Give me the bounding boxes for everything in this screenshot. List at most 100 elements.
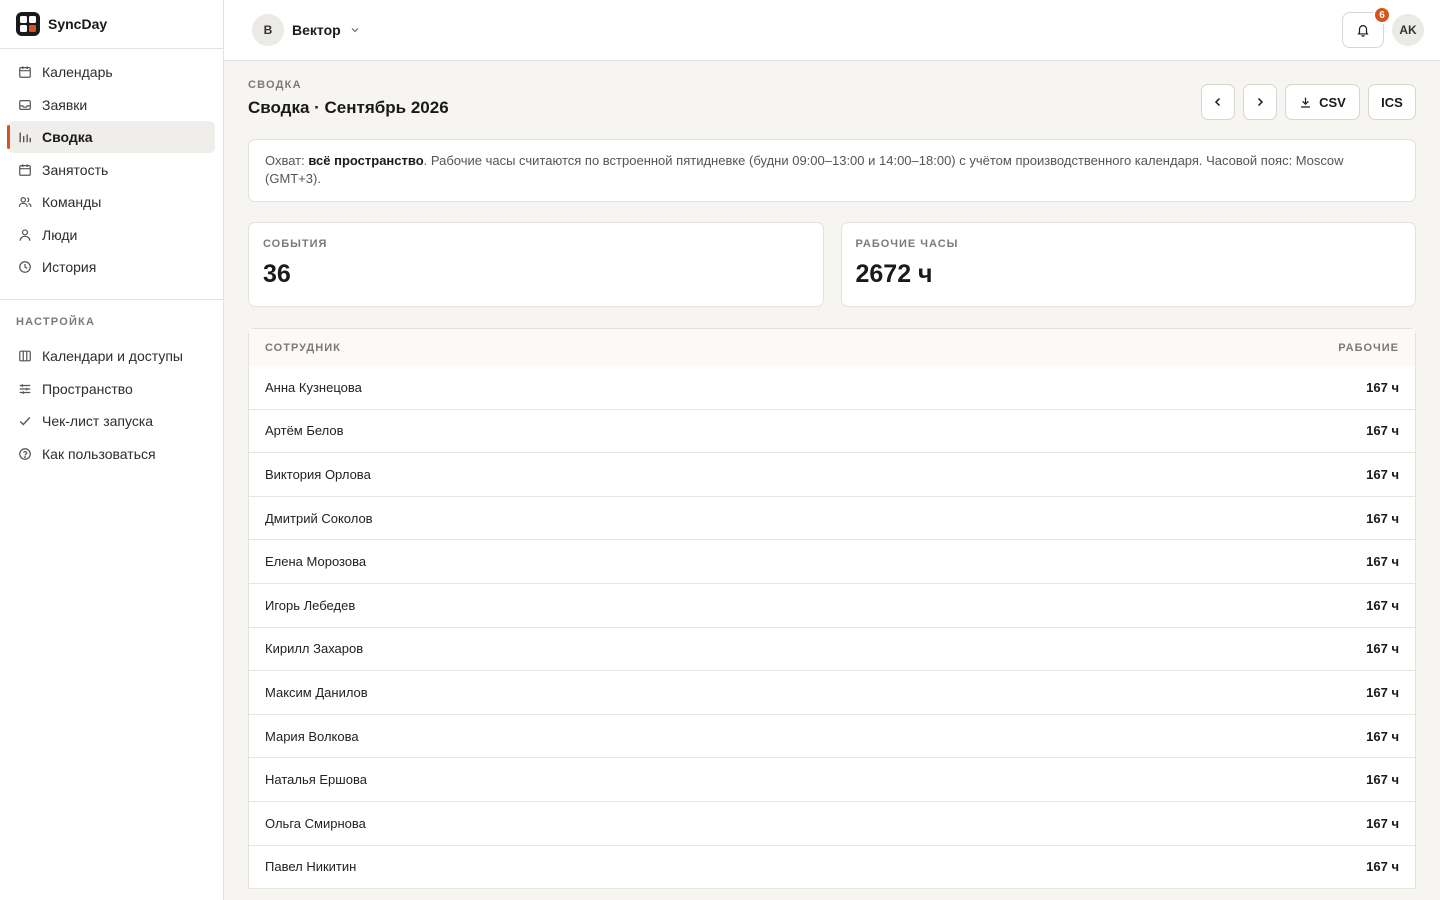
employee-hours: 167 ч bbox=[1366, 728, 1399, 744]
settings-nav: Календари и доступы Пространство Чек-лис… bbox=[0, 336, 223, 470]
sidebar-item-history[interactable]: История bbox=[8, 251, 215, 283]
sidebar-item-workspace[interactable]: Пространство bbox=[8, 373, 215, 405]
notifications-button[interactable]: 6 bbox=[1342, 6, 1391, 48]
employee-name: Дмитрий Соколов bbox=[265, 510, 373, 526]
table-row[interactable]: Виктория Орлова 167 ч bbox=[249, 453, 1415, 497]
employee-hours: 167 ч bbox=[1366, 684, 1399, 700]
employee-name: Игорь Лебедев bbox=[265, 597, 356, 613]
table-row[interactable]: Ольга Смирнова 167 ч bbox=[249, 802, 1415, 846]
table-row[interactable]: Дмитрий Соколов 167 ч bbox=[249, 497, 1415, 541]
sidebar-item-teams[interactable]: Команды bbox=[8, 186, 215, 218]
sidebar-item-requests[interactable]: Заявки bbox=[8, 89, 215, 121]
sidebar-item-label: Сводка bbox=[42, 129, 93, 145]
hours-stat-value: 2672 ч bbox=[855, 260, 933, 288]
sliders-icon bbox=[17, 381, 33, 397]
notifications-badge: 6 bbox=[1373, 6, 1391, 24]
settings-section-title: НАСТРОЙКА bbox=[16, 316, 96, 328]
bell-icon bbox=[1356, 23, 1370, 37]
user-icon bbox=[17, 227, 33, 243]
scope-prefix: Охват: bbox=[265, 153, 309, 168]
table-row[interactable]: Максим Данилов 167 ч bbox=[249, 671, 1415, 715]
calendar-icon bbox=[17, 162, 33, 178]
employee-name: Артём Белов bbox=[265, 423, 344, 439]
sidebar-item-label: Пространство bbox=[42, 380, 133, 397]
table-row[interactable]: Наталья Ершова 167 ч bbox=[249, 758, 1415, 802]
export-csv-label: CSV bbox=[1319, 94, 1346, 110]
workspace-avatar: В bbox=[252, 14, 284, 46]
calendar-icon bbox=[17, 64, 33, 80]
user-avatar[interactable]: AK bbox=[1392, 14, 1424, 46]
sidebar-item-label: Чек-лист запуска bbox=[42, 413, 154, 429]
scope-value: всё пространство bbox=[308, 153, 424, 168]
sidebar-item-label: Занятость bbox=[42, 161, 109, 178]
table-row[interactable]: Игорь Лебедев 167 ч bbox=[249, 584, 1415, 628]
stats-row: СОБЫТИЯ 36 РАБОЧИЕ ЧАСЫ 2672 ч bbox=[248, 222, 1416, 307]
employee-hours: 167 ч bbox=[1366, 554, 1399, 570]
table-row[interactable]: Анна Кузнецова 167 ч bbox=[249, 366, 1415, 410]
sidebar-item-launch-checklist[interactable]: Чек-лист запуска bbox=[8, 405, 215, 437]
clock-icon bbox=[17, 259, 33, 275]
sidebar-item-calendar[interactable]: Календарь bbox=[8, 56, 215, 88]
employees-table: СОТРУДНИК РАБОЧИЕ Анна Кузнецова 167 ч Ар… bbox=[248, 328, 1416, 890]
column-header-employee[interactable]: СОТРУДНИК bbox=[265, 342, 341, 354]
employee-hours: 167 ч bbox=[1366, 510, 1399, 526]
sidebar-item-help[interactable]: Как пользоваться bbox=[8, 438, 215, 470]
help-circle-icon bbox=[17, 446, 33, 462]
employee-name: Виктория Орлова bbox=[265, 466, 371, 482]
scope-description: . Рабочие часы считаются по встроенной п… bbox=[265, 153, 1344, 186]
main-content: СВОДКА Сводка · Сентябрь 2026 CSV ICS Ох… bbox=[248, 61, 1416, 890]
table-row[interactable]: Павел Никитин 167 ч bbox=[249, 846, 1415, 890]
sidebar-item-label: Команды bbox=[42, 194, 102, 210]
sidebar-item-label: Как пользоваться bbox=[42, 445, 156, 462]
events-stat-card: СОБЫТИЯ 36 bbox=[248, 222, 824, 307]
sidebar-item-people[interactable]: Люди bbox=[8, 219, 215, 251]
employee-name: Максим Данилов bbox=[265, 684, 368, 700]
employee-hours: 167 ч bbox=[1366, 466, 1399, 482]
sidebar: SyncDay Календарь Заявки Сводка Занятост… bbox=[0, 0, 224, 900]
employee-hours: 167 ч bbox=[1366, 772, 1399, 788]
employee-hours: 167 ч bbox=[1366, 641, 1399, 657]
bar-chart-icon bbox=[17, 129, 33, 145]
next-month-button[interactable] bbox=[1243, 84, 1277, 120]
employee-name: Елена Морозова bbox=[265, 554, 367, 570]
table-header: СОТРУДНИК РАБОЧИЕ bbox=[249, 329, 1415, 366]
employee-name: Павел Никитин bbox=[265, 859, 357, 875]
employee-hours: 167 ч bbox=[1366, 859, 1399, 875]
table-row[interactable]: Кирилл Захаров 167 ч bbox=[249, 628, 1415, 672]
table-row[interactable]: Артём Белов 167 ч bbox=[249, 410, 1415, 454]
sidebar-item-label: Заявки bbox=[42, 96, 88, 113]
employee-name: Ольга Смирнова bbox=[265, 815, 366, 831]
table-row[interactable]: Елена Морозова 167 ч bbox=[249, 540, 1415, 584]
employee-name: Мария Волкова bbox=[265, 728, 359, 744]
download-icon bbox=[1299, 96, 1312, 109]
inbox-icon bbox=[17, 97, 33, 113]
page-actions: CSV ICS bbox=[1201, 84, 1416, 120]
hours-stat-card: РАБОЧИЕ ЧАСЫ 2672 ч bbox=[840, 222, 1416, 307]
users-icon bbox=[17, 194, 33, 210]
employee-name: Анна Кузнецова bbox=[265, 379, 362, 395]
employee-hours: 167 ч bbox=[1366, 423, 1399, 439]
sidebar-item-calendars-access[interactable]: Календари и доступы bbox=[8, 340, 215, 372]
events-stat-value: 36 bbox=[263, 260, 291, 288]
export-ics-button[interactable]: ICS bbox=[1368, 84, 1416, 120]
sidebar-item-summary[interactable]: Сводка bbox=[7, 121, 215, 153]
events-stat-label: СОБЫТИЯ bbox=[263, 238, 328, 250]
sidebar-item-label: Календари и доступы bbox=[42, 348, 183, 364]
topbar: В Вектор 6 AK bbox=[224, 0, 1440, 61]
employee-hours: 167 ч bbox=[1366, 597, 1399, 613]
chevron-right-icon bbox=[1254, 96, 1266, 108]
brand[interactable]: SyncDay bbox=[0, 0, 223, 49]
workspace-switcher[interactable]: В Вектор bbox=[252, 14, 361, 46]
column-header-hours[interactable]: РАБОЧИЕ bbox=[1338, 342, 1399, 354]
export-csv-button[interactable]: CSV bbox=[1285, 84, 1360, 120]
sidebar-item-label: Календарь bbox=[42, 64, 113, 80]
hours-stat-label: РАБОЧИЕ ЧАСЫ bbox=[855, 238, 959, 250]
sidebar-item-occupancy[interactable]: Занятость bbox=[8, 154, 215, 186]
employee-name: Наталья Ершова bbox=[265, 772, 367, 788]
previous-month-button[interactable] bbox=[1201, 84, 1235, 120]
table-row[interactable]: Мария Волкова 167 ч bbox=[249, 715, 1415, 759]
sidebar-item-label: История bbox=[42, 259, 97, 275]
employee-name: Кирилл Захаров bbox=[265, 641, 364, 657]
chevron-down-icon bbox=[349, 24, 361, 36]
columns-icon bbox=[17, 348, 33, 364]
